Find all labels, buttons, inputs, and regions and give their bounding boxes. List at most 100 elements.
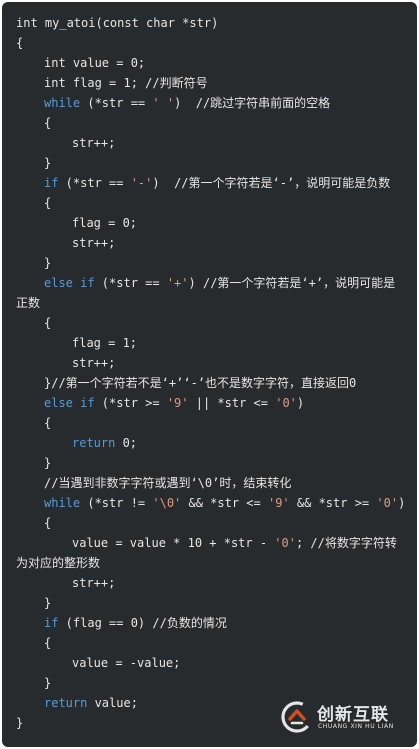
code-line: { <box>2 113 417 133</box>
code-line: } <box>2 153 417 173</box>
code-string-literal: '+' <box>166 276 189 290</box>
code-text: (*str == <box>80 96 153 110</box>
code-text: } <box>44 256 52 270</box>
code-text: ; //将数字字符转 <box>295 536 397 550</box>
code-text: ) //第一个字符若是‘+’，说明可能是 <box>188 276 396 290</box>
code-text: int flag = 1; //判断符号 <box>44 76 208 90</box>
code-string-literal: '-' <box>130 176 153 190</box>
code-line: str++; <box>2 353 417 373</box>
code-line: str++; <box>2 133 417 153</box>
code-string-literal: '0' <box>376 496 399 510</box>
code-line: } <box>2 253 417 273</box>
code-line: { <box>2 313 417 333</box>
code-string-literal: '0' <box>275 396 297 410</box>
code-text: str++; <box>72 576 116 590</box>
code-text: flag = 1; <box>72 336 138 350</box>
code-text: str++; <box>72 356 116 370</box>
code-line: return 0; <box>2 433 417 453</box>
code-text: ) <box>398 496 406 510</box>
code-line: str++; <box>2 573 417 593</box>
code-line: while (*str != '\0' && *str <= '9' && *s… <box>2 493 417 513</box>
code-text: ) //第一个字符若是‘-’，说明可能是负数 <box>152 176 391 190</box>
code-line: value = -value; <box>2 653 417 673</box>
code-text: { <box>44 196 52 210</box>
code-listing: int my_atoi(const char *str) { int value =… <box>2 13 417 733</box>
code-line: } <box>2 673 417 693</box>
code-text: { <box>44 636 52 650</box>
code-string-literal: '9' <box>267 496 290 510</box>
code-text: str++; <box>72 236 116 250</box>
code-text: str++; <box>72 136 116 150</box>
code-text: value = -value; <box>72 656 181 670</box>
code-text: { <box>16 36 24 50</box>
code-line: 正数 <box>2 293 417 313</box>
code-line: 为对应的整形数 <box>2 553 417 573</box>
code-line: str++; <box>2 233 417 253</box>
code-line: if (*str == '-') //第一个字符若是‘-’，说明可能是负数 <box>2 173 417 193</box>
code-text: { <box>44 116 52 130</box>
code-text: }//第一个字符若不是‘+’‘-’也不是数字字符，直接返回0 <box>44 376 357 390</box>
code-line: else if (*str == '+') //第一个字符若是‘+’，说明可能是 <box>2 273 417 293</box>
code-string-literal: '0' <box>274 536 296 550</box>
code-line: if (flag == 0) //负数的情况 <box>2 613 417 633</box>
code-text: (*str != <box>80 496 153 510</box>
code-line: }//第一个字符若不是‘+’‘-’也不是数字字符，直接返回0 <box>2 373 417 393</box>
code-line: flag = 0; <box>2 213 417 233</box>
code-text: 正数 <box>16 296 41 310</box>
code-string-literal: '\0' <box>152 496 182 510</box>
code-keyword: return <box>44 696 88 710</box>
code-text: value = value * 10 + *str - <box>72 536 275 550</box>
code-text: (*str == <box>58 176 131 190</box>
code-text: || *str <= <box>188 396 276 410</box>
code-line: } <box>2 453 417 473</box>
code-keyword: return <box>72 436 116 450</box>
code-keyword: if <box>44 616 59 630</box>
code-line: //当遇到非数字字符或遇到‘\0’时，结束转化 <box>2 473 417 493</box>
code-line: { <box>2 513 417 533</box>
code-string-literal: ' ' <box>152 96 175 110</box>
code-line: { <box>2 633 417 653</box>
code-text: flag = 0; <box>72 216 138 230</box>
code-line: else if (*str >= '9' || *str <= '0') <box>2 393 417 413</box>
code-text: && *str <= <box>181 496 268 510</box>
watermark-title: 创新互联 <box>317 705 389 725</box>
code-line: int value = 0; <box>2 53 417 73</box>
code-keyword: while <box>44 496 81 510</box>
code-block-panel: int my_atoi(const char *str) { int value =… <box>2 2 417 747</box>
code-text: } <box>44 456 52 470</box>
code-text: } <box>44 596 52 610</box>
code-text: ) <box>296 396 305 410</box>
code-line: flag = 1; <box>2 333 417 353</box>
code-line: { <box>2 33 417 53</box>
code-line: int my_atoi(const char *str) <box>2 13 417 33</box>
chuangxin-logo-icon <box>281 701 313 733</box>
code-text: } <box>44 156 52 170</box>
code-text: { <box>44 516 52 530</box>
code-line: } <box>2 593 417 613</box>
code-line: while (*str == ' ') //跳过字符串前面的空格 <box>2 93 417 113</box>
code-keyword: while <box>44 96 81 110</box>
code-text: 为对应的整形数 <box>16 556 101 570</box>
code-string-literal: '9' <box>166 396 189 410</box>
code-text: (*str >= <box>94 396 167 410</box>
code-text: { <box>44 416 52 430</box>
watermark: 创新互联 CHUANG XIN HU LIAN <box>281 699 411 737</box>
code-text: value; <box>87 696 138 710</box>
code-keyword: if <box>44 176 59 190</box>
code-text: int my_atoi(const char *str) <box>16 16 219 30</box>
code-text: ) //跳过字符串前面的空格 <box>174 96 331 110</box>
code-line: value = value * 10 + *str - '0'; //将数字字符… <box>2 533 417 553</box>
code-line: { <box>2 413 417 433</box>
code-line: int flag = 1; //判断符号 <box>2 73 417 93</box>
code-text: 0; <box>115 436 138 450</box>
code-line: { <box>2 193 417 213</box>
code-text: && *str >= <box>289 496 377 510</box>
code-keyword: else if <box>44 276 95 290</box>
code-text: } <box>16 716 24 730</box>
code-text: int value = 0; <box>44 56 146 70</box>
code-keyword: else if <box>44 396 95 410</box>
code-text: (flag == 0) //负数的情况 <box>58 616 227 630</box>
code-text: //当遇到非数字字符或遇到‘\0’时，结束转化 <box>44 476 292 490</box>
code-text: } <box>44 676 52 690</box>
code-text: { <box>44 316 52 330</box>
